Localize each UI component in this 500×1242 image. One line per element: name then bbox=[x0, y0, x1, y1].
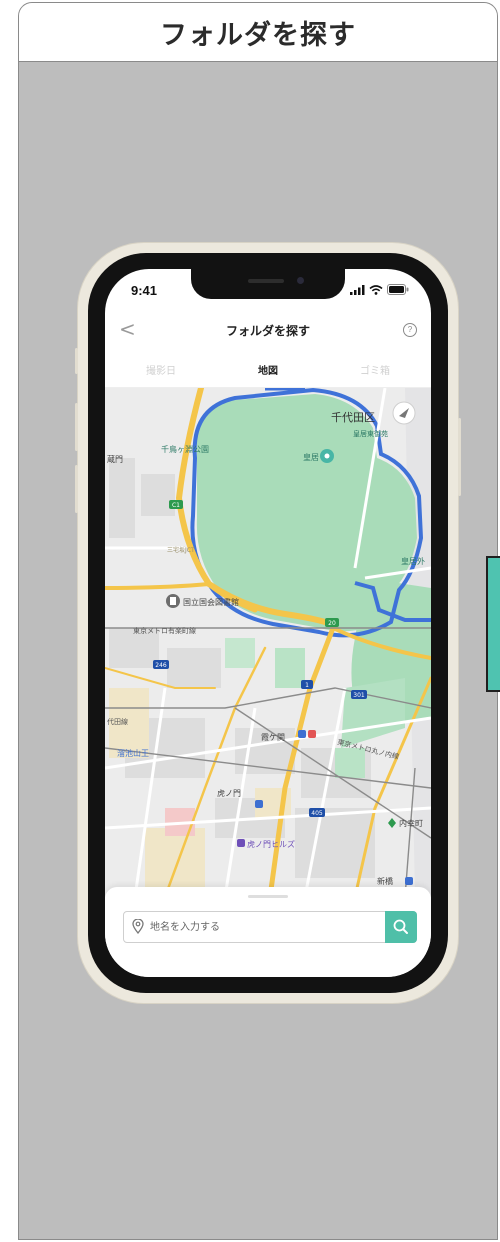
screen-title: フォルダを探す bbox=[225, 324, 310, 338]
tab-bar: 撮影日 地図 ゴミ箱 bbox=[105, 353, 431, 388]
map-label-kokyo-higashi: 皇居東御苑 bbox=[353, 429, 388, 438]
map-label-chidorigafuchi: 千鳥ヶ淵公園 bbox=[161, 444, 209, 454]
map-label-tameike-sanno: 溜池山王 bbox=[117, 748, 149, 758]
wifi-icon bbox=[369, 284, 383, 295]
search-icon bbox=[393, 919, 408, 934]
map-label-toranomon: 虎ノ門 bbox=[217, 788, 241, 798]
map-label-kasumigaseki: 霞ケ関 bbox=[261, 733, 285, 742]
phone-power-button bbox=[458, 418, 461, 496]
route-301-label: 301 bbox=[353, 692, 365, 699]
map-label-chiyoda-line: 代田線 bbox=[107, 717, 128, 726]
location-pin-icon bbox=[132, 919, 144, 934]
map-label-uchisaiwaicho: 内幸町 bbox=[399, 818, 423, 828]
slide-title: フォルダを探す bbox=[160, 19, 356, 51]
battery-icon bbox=[387, 284, 409, 295]
status-time: 9:41 bbox=[131, 283, 158, 298]
sheet-handle[interactable] bbox=[248, 895, 288, 898]
map-label-yurakucho-line: 東京メトロ有楽町線 bbox=[133, 626, 196, 635]
camera bbox=[297, 277, 304, 284]
phone-screen: 9:41 < フォルダを探す ? 撮影日 地図 ゴミ箱 C1 20 1 301 … bbox=[105, 269, 431, 977]
route-246-label: 246 bbox=[155, 662, 167, 669]
place-search-input[interactable] bbox=[150, 912, 380, 942]
notch bbox=[191, 269, 345, 299]
nav-bar: < フォルダを探す ? bbox=[105, 313, 431, 349]
status-icons bbox=[350, 284, 409, 295]
callout-marker bbox=[486, 556, 500, 692]
route-c1-label: C1 bbox=[172, 502, 180, 509]
map-label-kuramon: 蔵門 bbox=[107, 454, 123, 464]
slide-header: フォルダを探す bbox=[19, 3, 497, 62]
search-button[interactable] bbox=[385, 911, 417, 943]
map-label-district: 千代田区 bbox=[331, 411, 375, 424]
phone-bezel: 9:41 < フォルダを探す ? 撮影日 地図 ゴミ箱 C1 20 1 301 … bbox=[88, 253, 448, 993]
search-box bbox=[123, 911, 417, 943]
map-label-kokyo-gaien: 皇居外 bbox=[401, 556, 425, 566]
map-label-shimbashi: 新橋 bbox=[377, 876, 393, 886]
phone-frame: 9:41 < フォルダを探す ? 撮影日 地図 ゴミ箱 C1 20 1 301 … bbox=[75, 243, 461, 1003]
map-label-jct: 三宅坂JCT bbox=[167, 546, 195, 554]
map-label-kokkai-toshokan: 国立国会図書館 bbox=[183, 597, 239, 607]
route-20-label: 20 bbox=[328, 620, 336, 627]
map-canvas[interactable]: C1 20 1 301 246 405 千代田区 皇居東御苑 皇居 千鳥ヶ淵公園… bbox=[105, 388, 431, 897]
phone-volume-down-button bbox=[75, 465, 78, 513]
route-405-label: 405 bbox=[311, 810, 323, 817]
map-label-toranomon-hills: 虎ノ門ヒルズ bbox=[247, 839, 295, 849]
tab-shooting-date[interactable]: 撮影日 bbox=[121, 362, 201, 377]
tab-map[interactable]: 地図 bbox=[228, 362, 308, 377]
bottom-sheet bbox=[105, 887, 431, 977]
signal-icon bbox=[350, 284, 365, 295]
help-icon[interactable]: ? bbox=[403, 323, 417, 337]
speaker bbox=[248, 279, 284, 283]
phone-side-button bbox=[75, 348, 78, 374]
phone-volume-up-button bbox=[75, 403, 78, 451]
map-label-kokyo: 皇居 bbox=[303, 452, 319, 462]
map-view[interactable]: C1 20 1 301 246 405 千代田区 皇居東御苑 皇居 千鳥ヶ淵公園… bbox=[105, 388, 431, 897]
tab-trash[interactable]: ゴミ箱 bbox=[335, 362, 415, 377]
route-1-label: 1 bbox=[305, 682, 309, 689]
